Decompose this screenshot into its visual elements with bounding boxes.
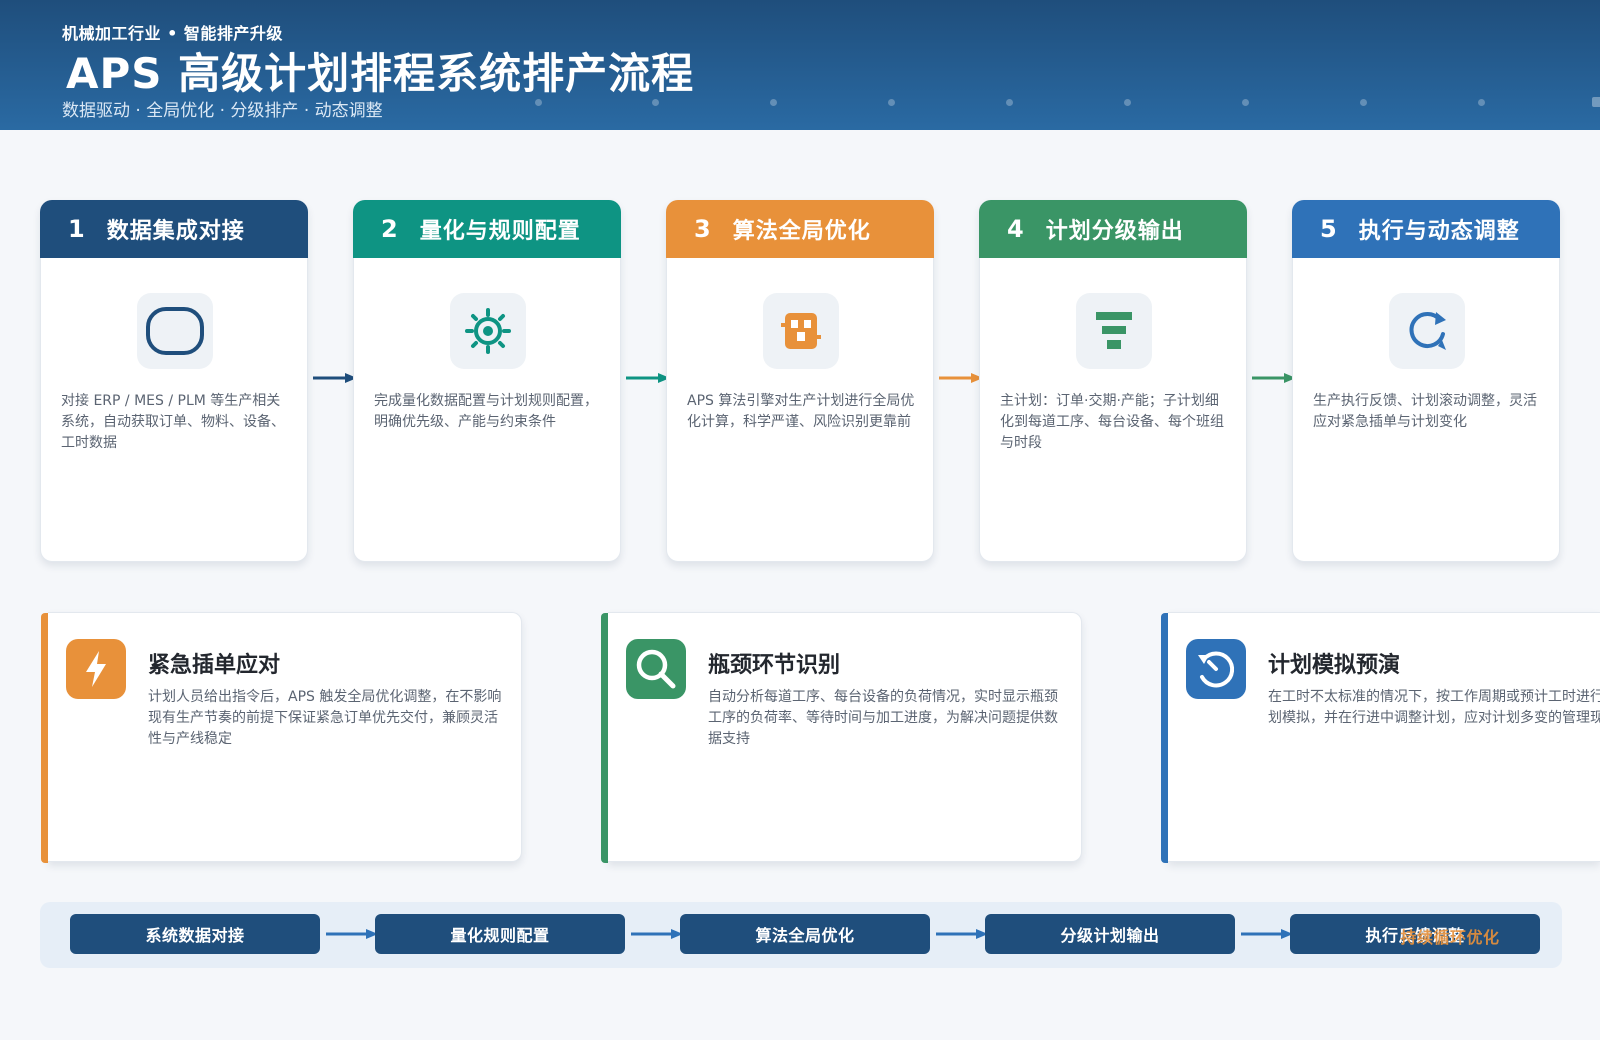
flow-step: 量化规则配置 [375,914,625,954]
step-number: 1 [68,215,85,243]
arrow-right-icon [631,929,683,939]
accent-bar [41,613,48,863]
step-card-4: 4 计划分级输出 主计划：订单·交期·产能；子计划细化到每道工序、每台设备、每个… [979,200,1247,562]
refresh-icon [1389,293,1465,369]
feature-card-urgent-order: 紧急插单应对 计划人员给出指令后，APS 触发全局优化调整，在不影响现有生产节奏… [41,612,522,863]
step-card-1: 1 数据集成对接 对接 ERP / MES / PLM 等生产相关系统，自动获取… [40,200,308,562]
step-number: 5 [1320,215,1337,243]
arrow-right-icon [939,373,983,383]
step-card-5: 5 执行与动态调整 生产执行反馈、计划滚动调整，灵活应对紧急插单与计划变化 [1292,200,1560,562]
decor-dot [1360,99,1367,106]
step-card-3: 3 算法全局优化 APS 算法引擎对生产计划进行全局优化计算，科学严谨、风险识别… [666,200,934,562]
search-icon [626,639,686,699]
decor-dot [1242,99,1249,106]
simulation-icon [1186,639,1246,699]
decor-dot [1124,99,1131,106]
feature-card-simulation: 计划模拟预演 在工时不太标准的情况下，按工作周期或预计工时进行计划模拟，并在行进… [1161,612,1600,863]
step-description: 主计划：订单·交期·产能；子计划细化到每道工序、每台设备、每个班组与时段 [1000,393,1224,451]
settings-icon [450,293,526,369]
step-description: APS 算法引擎对生产计划进行全局优化计算，科学严谨、风险识别更靠前 [687,393,915,430]
arrow-right-icon [936,929,988,939]
loop-label: 持续循环优化 [1400,928,1500,947]
step-title: 执行与动态调整 [1358,219,1520,244]
step-description: 完成量化数据配置与计划规则配置，明确优先级、产能与约束条件 [374,393,598,430]
decor-edge [1592,97,1600,107]
funnel-icon [1076,293,1152,369]
step-header: 1 数据集成对接 [40,200,308,258]
step-number: 4 [1007,215,1024,243]
flow-step: 算法全局优化 [680,914,930,954]
step-title: 计划分级输出 [1045,219,1184,244]
header-banner: 机械加工行业 • 智能排产升级 APS 高级计划排程系统排产流程 数据驱动 · … [0,0,1600,130]
arrow-right-icon [626,373,670,383]
arrow-right-icon [326,929,378,939]
step-header: 4 计划分级输出 [979,200,1247,258]
accent-bar [601,613,608,863]
step-title: 数据集成对接 [106,219,245,244]
arrow-right-icon [1241,929,1293,939]
page-title: APS 高级计划排程系统排产流程 [66,49,695,98]
step-header: 3 算法全局优化 [666,200,934,258]
decor-dot [888,99,895,106]
database-icon [137,293,213,369]
decor-dot [1006,99,1013,106]
feature-title: 瓶颈环节识别 [708,653,841,678]
step-description: 生产执行反馈、计划滚动调整，灵活应对紧急插单与计划变化 [1313,393,1537,430]
feature-card-bottleneck: 瓶颈环节识别 自动分析每道工序、每台设备的负荷情况，实时显示瓶颈工序的负荷率、等… [601,612,1082,863]
step-title: 量化与规则配置 [419,219,581,244]
decor-dot [770,99,777,106]
feature-title: 计划模拟预演 [1268,653,1401,678]
step-title: 算法全局优化 [732,219,871,244]
feature-description: 在工时不太标准的情况下，按工作周期或预计工时进行计划模拟，并在行进中调整计划，应… [1268,689,1600,726]
step-card-2: 2 量化与规则配置 完成量化数据配置与计划规则配置，明确优先级、产能与约束条件 [353,200,621,562]
flow-step: 系统数据对接 [70,914,320,954]
arrow-right-icon [1252,373,1296,383]
decor-dot [1478,99,1485,106]
feature-description: 计划人员给出指令后，APS 触发全局优化调整，在不影响现有生产节奏的前提下保证紧… [148,689,502,747]
feature-description: 自动分析每道工序、每台设备的负荷情况，实时显示瓶颈工序的负荷率、等待时间与加工进… [708,689,1058,747]
arrow-right-icon [313,373,357,383]
flow-step: 分级计划输出 [985,914,1235,954]
lightning-icon [66,639,126,699]
accent-bar [1161,613,1168,863]
step-number: 3 [694,215,711,243]
step-header: 2 量化与规则配置 [353,200,621,258]
step-number: 2 [381,215,398,243]
chip-icon [763,293,839,369]
feature-title: 紧急插单应对 [148,653,281,678]
step-description: 对接 ERP / MES / PLM 等生产相关系统，自动获取订单、物料、设备、… [61,393,285,451]
step-header: 5 执行与动态调整 [1292,200,1560,258]
page-subtitle: 数据驱动 · 全局优化 · 分级排产 · 动态调整 [62,101,383,121]
